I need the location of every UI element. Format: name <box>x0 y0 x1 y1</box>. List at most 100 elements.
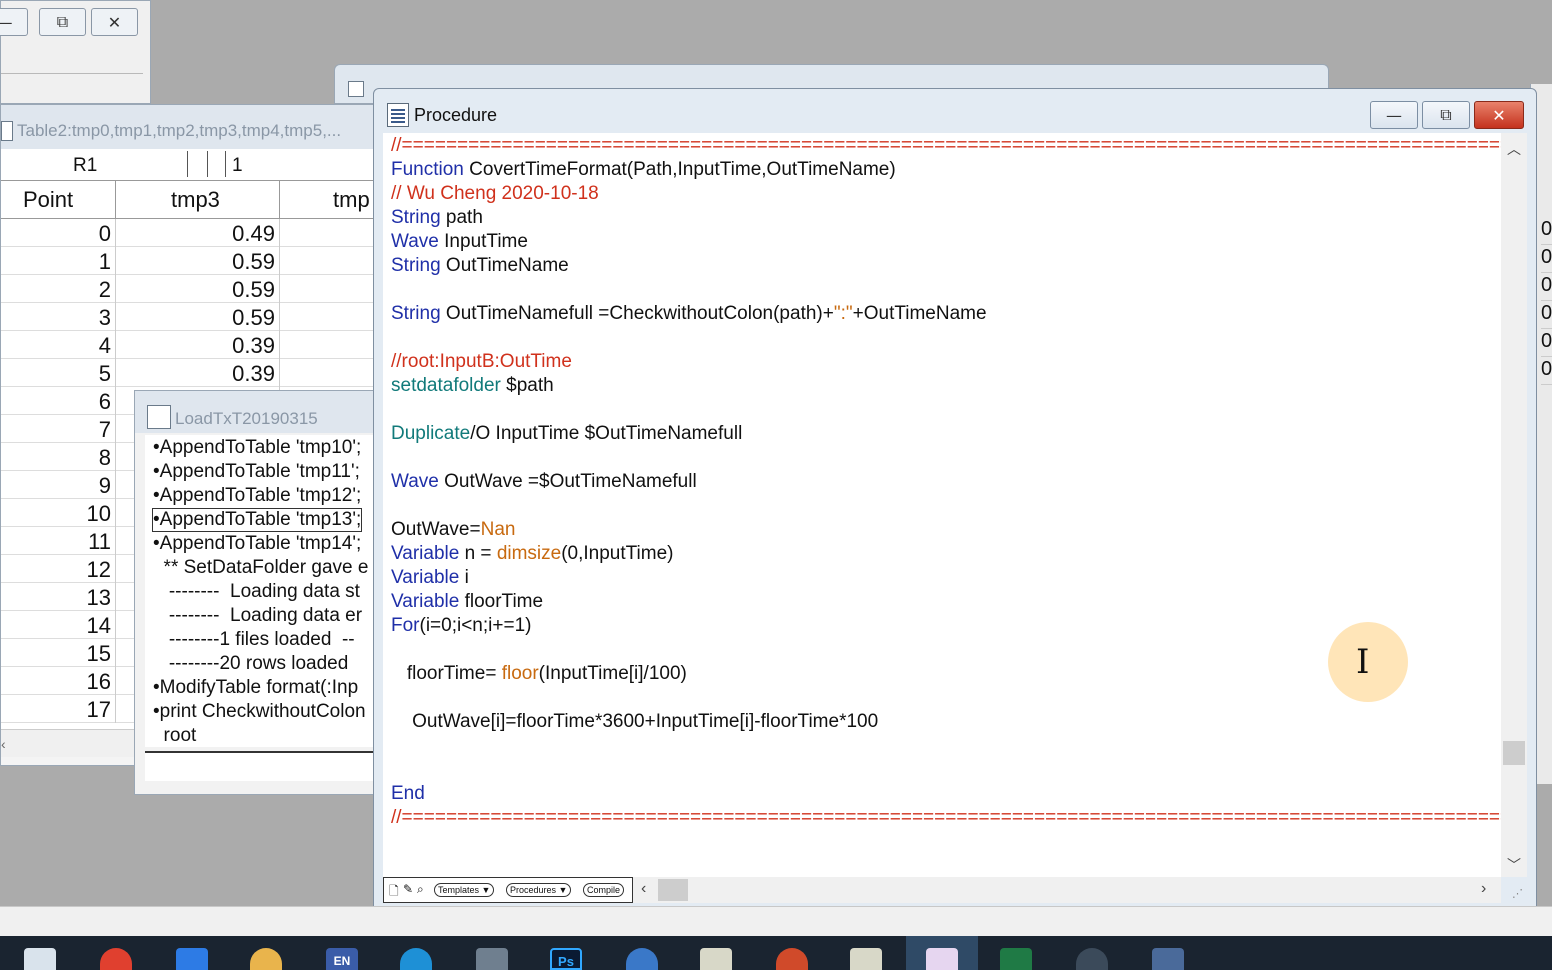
minimize-icon[interactable]: — <box>0 8 28 36</box>
history-line[interactable]: ** SetDataFolder gave e <box>153 557 369 579</box>
point-cell: 17 <box>86 697 111 722</box>
history-line[interactable]: •ModifyTable format(:Inp <box>153 677 358 699</box>
table-row[interactable]: 0 0.49 <box>1 219 375 247</box>
code-line[interactable]: Variable floorTime <box>391 591 543 613</box>
history-line[interactable]: root <box>153 725 197 747</box>
app-satellite-icon[interactable] <box>24 948 56 970</box>
calculator-icon[interactable] <box>476 948 508 970</box>
code-line[interactable]: Duplicate/O InputTime $OutTimeNamefull <box>391 423 742 445</box>
document-app-icon-2[interactable] <box>850 948 882 970</box>
history-line[interactable]: --------20 rows loaded <box>153 653 349 675</box>
history-line[interactable]: •AppendToTable 'tmp12'; <box>153 485 361 507</box>
code-line[interactable]: OutWave=Nan <box>391 519 515 541</box>
history-line[interactable]: •print CheckwithoutColon <box>153 701 366 723</box>
procedure-window[interactable]: Procedure — ⧉ ✕ //======================… <box>373 88 1537 908</box>
code-line[interactable]: For(i=0;i<n;i+=1) <box>391 615 531 637</box>
entry-line[interactable]: R1 1 <box>1 149 375 181</box>
close-button[interactable]: ✕ <box>1474 101 1524 129</box>
point-cell: 12 <box>86 557 111 582</box>
resize-grip-icon[interactable]: ⋰ <box>1512 887 1523 900</box>
photoshop-icon[interactable]: Ps <box>550 948 582 970</box>
procedures-button[interactable]: Procedures ▼ <box>506 883 572 897</box>
compile-button[interactable]: Compile <box>583 883 625 897</box>
code-line[interactable]: Function CovertTimeFormat(Path,InputTime… <box>391 159 896 181</box>
tmp3-cell[interactable]: 0.59 <box>232 277 275 303</box>
code-line[interactable]: //======================================… <box>391 135 1501 157</box>
code-line[interactable]: String OutTimeName <box>391 255 569 277</box>
igor-pro-icon[interactable] <box>926 948 958 970</box>
code-line[interactable]: //======================================… <box>391 807 1501 829</box>
code-editor[interactable]: //======================================… <box>383 133 1501 877</box>
history-line[interactable]: •AppendToTable 'tmp13'; <box>151 508 363 532</box>
language-indicator[interactable]: EN <box>326 948 358 970</box>
chevron-down-icon[interactable]: ﹀ <box>1507 855 1521 875</box>
entry-value-input[interactable]: 1 <box>232 155 243 177</box>
search-app-icon[interactable] <box>176 948 208 970</box>
code-line[interactable]: Wave OutWave =$OutTimeNamefull <box>391 471 697 493</box>
code-line[interactable]: // Wu Cheng 2020-10-18 <box>391 183 599 205</box>
chevron-right-icon[interactable]: › <box>1481 880 1486 898</box>
code-line[interactable]: String OutTimeNamefull =CheckwithoutColo… <box>391 303 987 325</box>
code-line[interactable]: Variable n = dimsize(0,InputTime) <box>391 543 674 565</box>
code-token: floorTime <box>459 591 544 612</box>
history-line[interactable]: -------- Loading data st <box>153 581 360 603</box>
table-row[interactable]: 2 0.59 <box>1 275 375 303</box>
history-line[interactable]: -------- Loading data er <box>153 605 362 627</box>
maximize-icon[interactable]: ⧉ <box>39 8 86 36</box>
code-line[interactable]: OutWave[i]=floorTime*3600+InputTime[i]-f… <box>391 711 878 733</box>
templates-button[interactable]: Templates ▼ <box>434 883 495 897</box>
code-line[interactable]: End <box>391 783 425 805</box>
history-window[interactable]: LoadTxT20190315 •AppendToTable 'tmp10'; •… <box>134 390 375 795</box>
table-cell-fragment: 0 <box>1541 218 1552 245</box>
powerpoint-icon[interactable] <box>776 948 808 970</box>
code-line[interactable]: floorTime= floor(InputTime[i]/100) <box>391 663 687 685</box>
chevron-left-icon[interactable]: ‹ <box>641 880 646 898</box>
code-line[interactable]: //root:InputB:OutTime <box>391 351 572 373</box>
vertical-scrollbar[interactable]: ︿ ﹀ <box>1501 133 1527 877</box>
point-cell: 8 <box>98 445 111 470</box>
command-line-input[interactable] <box>145 751 375 781</box>
tmp3-cell[interactable]: 0.59 <box>232 305 275 331</box>
code-line[interactable]: Variable i <box>391 567 469 589</box>
table-row[interactable]: 4 0.39 <box>1 331 375 359</box>
column-header-tmp[interactable]: tmp <box>333 187 370 213</box>
tmp3-cell[interactable]: 0.49 <box>232 221 275 247</box>
table-row[interactable]: 1 0.59 <box>1 247 375 275</box>
close-icon[interactable]: ✕ <box>91 8 138 36</box>
page-icon[interactable]: 🗋 <box>389 882 399 903</box>
minimize-button[interactable]: — <box>1370 101 1418 129</box>
column-header-point[interactable]: Point <box>23 187 73 213</box>
internet-explorer-icon[interactable] <box>400 948 432 970</box>
table-row[interactable]: 5 0.39 <box>1 359 375 387</box>
code-token: For <box>391 615 420 636</box>
table-window-title[interactable]: Table2:tmp0,tmp1,tmp2,tmp3,tmp4,tmp5,... <box>1 105 375 149</box>
code-line[interactable]: Wave InputTime <box>391 231 528 253</box>
tmp3-cell[interactable]: 0.59 <box>232 249 275 275</box>
tmp3-cell[interactable]: 0.39 <box>232 361 275 387</box>
pencil-icon[interactable]: ✎ <box>403 882 413 896</box>
paint-icon[interactable] <box>250 948 282 970</box>
history-line[interactable]: --------1 files loaded -- <box>153 629 355 651</box>
scroll-thumb[interactable] <box>1503 741 1525 765</box>
maximize-button[interactable]: ⧉ <box>1422 101 1470 129</box>
magnifier-icon[interactable]: ⌕ <box>417 882 424 897</box>
code-line[interactable]: String path <box>391 207 483 229</box>
history-line[interactable]: •AppendToTable 'tmp14'; <box>153 533 361 555</box>
table-row[interactable]: 3 0.59 <box>1 303 375 331</box>
column-header-tmp3[interactable]: tmp3 <box>171 187 220 213</box>
history-line[interactable]: •AppendToTable 'tmp11'; <box>153 461 360 483</box>
document-app-icon[interactable] <box>700 948 732 970</box>
rocket-icon[interactable] <box>1152 948 1184 970</box>
browser-icon[interactable] <box>626 948 658 970</box>
chrome-icon[interactable] <box>100 948 132 970</box>
chevron-up-icon[interactable]: ︿ <box>1507 139 1521 159</box>
gear-icon[interactable] <box>1076 948 1108 970</box>
tmp3-cell[interactable]: 0.39 <box>232 333 275 359</box>
code-line[interactable]: setdatafolder $path <box>391 375 554 397</box>
history-line[interactable]: •AppendToTable 'tmp10'; <box>153 437 361 459</box>
excel-icon[interactable] <box>1000 948 1032 970</box>
history-area[interactable]: •AppendToTable 'tmp10'; •AppendToTable 't… <box>145 435 375 747</box>
procedure-titlebar[interactable]: Procedure — ⧉ ✕ <box>374 89 1536 133</box>
history-window-title[interactable]: LoadTxT20190315 <box>135 391 375 433</box>
horizontal-scroll-thumb[interactable] <box>658 879 688 901</box>
